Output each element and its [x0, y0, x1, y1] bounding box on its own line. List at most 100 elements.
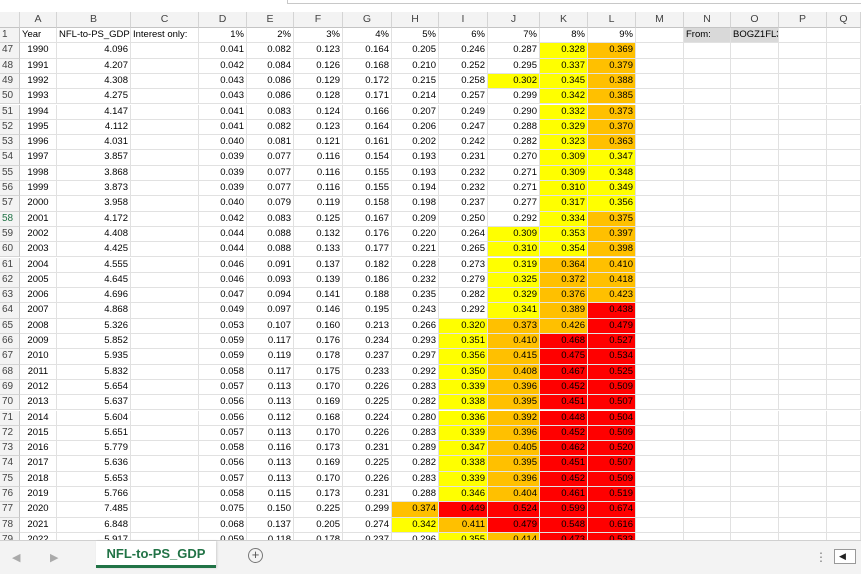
empty-cell[interactable]	[684, 58, 731, 74]
empty-cell[interactable]	[636, 165, 684, 181]
empty-cell[interactable]	[684, 349, 731, 365]
more-options-icon[interactable]: ⋮	[815, 550, 827, 564]
data-cell[interactable]: 1992	[20, 73, 57, 90]
row-header[interactable]: 76	[0, 487, 20, 503]
empty-cell[interactable]	[131, 119, 199, 136]
data-cell[interactable]: 0.283	[392, 425, 439, 442]
data-cell[interactable]: 0.158	[343, 196, 392, 212]
empty-cell[interactable]	[779, 502, 827, 518]
header-cell-j[interactable]: 7%	[488, 28, 540, 44]
empty-cell[interactable]	[779, 73, 827, 90]
data-cell[interactable]: 4.645	[57, 272, 131, 289]
data-cell[interactable]: 5.604	[57, 410, 131, 426]
data-cell[interactable]: 0.309	[540, 150, 588, 166]
data-cell[interactable]: 0.058	[199, 487, 247, 503]
column-header-n[interactable]: N	[684, 12, 731, 28]
data-cell[interactable]: 0.057	[199, 379, 247, 396]
empty-cell[interactable]	[731, 456, 779, 472]
column-header-g[interactable]: G	[343, 12, 392, 28]
data-cell[interactable]: 1993	[20, 89, 57, 105]
data-cell[interactable]: 0.339	[439, 471, 488, 487]
data-cell[interactable]: 0.273	[439, 257, 488, 273]
data-cell[interactable]: 0.237	[439, 196, 488, 212]
empty-cell[interactable]	[827, 104, 861, 120]
empty-cell[interactable]	[779, 226, 827, 243]
header-cell-h[interactable]: 5%	[392, 28, 439, 44]
data-cell[interactable]: 0.139	[294, 272, 343, 289]
data-cell[interactable]: 0.468	[540, 334, 588, 350]
data-cell[interactable]: 0.164	[343, 119, 392, 136]
data-cell[interactable]: 0.247	[439, 119, 488, 136]
data-cell[interactable]: 0.534	[588, 349, 636, 365]
data-cell[interactable]: 0.414	[488, 532, 540, 540]
data-cell[interactable]: 0.332	[540, 104, 588, 120]
data-cell[interactable]: 0.231	[343, 441, 392, 457]
data-cell[interactable]: 5.852	[57, 334, 131, 350]
data-cell[interactable]: 0.257	[439, 89, 488, 105]
data-cell[interactable]: 0.169	[294, 395, 343, 411]
data-cell[interactable]: 0.328	[540, 43, 588, 59]
data-cell[interactable]: 0.084	[247, 58, 294, 74]
data-cell[interactable]: 0.258	[439, 73, 488, 90]
empty-cell[interactable]	[131, 150, 199, 166]
row-header[interactable]: 67	[0, 349, 20, 365]
empty-cell[interactable]	[684, 242, 731, 258]
empty-cell[interactable]	[827, 334, 861, 350]
header-cell-i[interactable]: 6%	[439, 28, 488, 44]
data-cell[interactable]: 4.112	[57, 119, 131, 136]
data-cell[interactable]: 0.154	[343, 150, 392, 166]
empty-cell[interactable]	[684, 364, 731, 380]
data-cell[interactable]: 0.169	[294, 456, 343, 472]
row-header[interactable]: 47	[0, 43, 20, 59]
data-cell[interactable]: 0.044	[199, 226, 247, 243]
empty-cell[interactable]	[827, 43, 861, 59]
empty-cell[interactable]	[827, 226, 861, 243]
data-cell[interactable]: 0.347	[439, 441, 488, 457]
data-cell[interactable]: 0.225	[343, 456, 392, 472]
data-cell[interactable]: 0.150	[247, 502, 294, 518]
data-cell[interactable]: 0.395	[488, 456, 540, 472]
data-cell[interactable]: 0.207	[392, 104, 439, 120]
data-cell[interactable]: 0.509	[588, 379, 636, 396]
empty-cell[interactable]	[684, 456, 731, 472]
empty-cell[interactable]	[636, 150, 684, 166]
data-cell[interactable]: 0.265	[439, 242, 488, 258]
data-cell[interactable]: 3.958	[57, 196, 131, 212]
data-cell[interactable]: 0.173	[294, 487, 343, 503]
data-cell[interactable]: 0.345	[540, 73, 588, 90]
row-header[interactable]: 79	[0, 532, 20, 540]
data-cell[interactable]: 0.175	[294, 364, 343, 380]
data-cell[interactable]: 0.271	[488, 181, 540, 197]
row-header[interactable]: 68	[0, 364, 20, 380]
data-cell[interactable]: 0.115	[247, 487, 294, 503]
data-cell[interactable]: 3.868	[57, 165, 131, 181]
row-header[interactable]: 55	[0, 165, 20, 181]
data-cell[interactable]: 0.113	[247, 471, 294, 487]
data-cell[interactable]: 0.533	[588, 532, 636, 540]
data-cell[interactable]: 0.126	[294, 58, 343, 74]
data-cell[interactable]: 0.415	[488, 349, 540, 365]
data-cell[interactable]: 2001	[20, 211, 57, 227]
data-cell[interactable]: 4.172	[57, 211, 131, 227]
empty-cell[interactable]	[827, 165, 861, 181]
data-cell[interactable]: 0.058	[199, 441, 247, 457]
empty-cell[interactable]	[827, 272, 861, 289]
data-cell[interactable]: 0.288	[392, 487, 439, 503]
data-cell[interactable]: 0.392	[488, 410, 540, 426]
empty-cell[interactable]	[779, 456, 827, 472]
empty-cell[interactable]	[636, 410, 684, 426]
data-cell[interactable]: 0.426	[540, 318, 588, 334]
empty-cell[interactable]	[684, 517, 731, 533]
data-cell[interactable]: 0.225	[294, 502, 343, 518]
empty-cell[interactable]	[636, 226, 684, 243]
row-header[interactable]: 48	[0, 58, 20, 74]
data-cell[interactable]: 0.123	[294, 119, 343, 136]
data-cell[interactable]: 0.270	[488, 150, 540, 166]
empty-cell[interactable]	[731, 242, 779, 258]
data-cell[interactable]: 0.086	[247, 89, 294, 105]
empty-cell[interactable]	[731, 165, 779, 181]
empty-cell[interactable]	[731, 257, 779, 273]
data-cell[interactable]: 0.220	[392, 226, 439, 243]
data-cell[interactable]: 0.039	[199, 150, 247, 166]
empty-cell[interactable]	[131, 410, 199, 426]
